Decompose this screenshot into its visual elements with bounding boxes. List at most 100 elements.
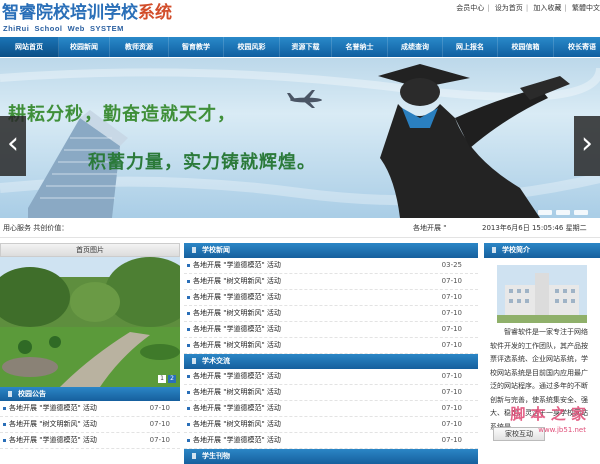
- list-item-title: 各地开展 "树文明新风" 活动: [193, 277, 281, 285]
- bullet-icon: [187, 439, 190, 442]
- list-item-date: 07-10: [441, 277, 462, 285]
- list-item-title: 各地开展 "树文明新风" 活动: [193, 388, 281, 396]
- ticker-news-link[interactable]: 各地开展 ": [413, 219, 446, 237]
- list-item[interactable]: 各地开展 "学道德模范" 活动 03-25: [184, 258, 478, 274]
- list-item-title: 各地开展 "学道德模范" 活动: [9, 404, 97, 412]
- banner-prev-button[interactable]: ‹: [0, 116, 26, 176]
- nav-item-downloads[interactable]: 资源下载: [280, 37, 332, 57]
- list-item-title: 各地开展 "树文明新风" 活动: [9, 420, 97, 428]
- photo-page-2[interactable]: 2: [168, 375, 176, 383]
- bullet-icon: [187, 407, 190, 410]
- banner-illustration: [0, 64, 600, 218]
- member-center-link[interactable]: 会员中心: [456, 4, 484, 12]
- list-item-title: 各地开展 "树文明新风" 活动: [193, 309, 281, 317]
- bullet-icon: [187, 375, 190, 378]
- school-building-image: [497, 265, 587, 323]
- nav-item-teaching[interactable]: 智育教学: [169, 37, 224, 57]
- traditional-chinese-link[interactable]: 繁體中文: [572, 4, 600, 12]
- list-item[interactable]: 各地开展 "树文明新风" 活动 07-10: [184, 338, 478, 354]
- list-item-title: 各地开展 "学道德模范" 活动: [193, 325, 281, 333]
- bullet-icon: [3, 407, 6, 410]
- right-column: 学校简介 智睿软件是一家专注于网络软件开发的工作团队，其产品按票评选系统、企业网…: [484, 243, 600, 441]
- bullet-icon: [3, 439, 6, 442]
- nav-item-mailbox[interactable]: 校园信箱: [498, 37, 554, 57]
- ticker-bar: 用心服务 共创价值： 各地开展 " 2013年6月6日 15:05:46 星期二: [0, 219, 600, 238]
- list-item-date: 07-10: [441, 293, 462, 301]
- notice-section-title[interactable]: 校园公告: [0, 387, 180, 401]
- academic-section-title[interactable]: 学术交流: [184, 354, 478, 369]
- notice-list: 各地开展 "学道德模范" 活动 07-10 各地开展 "树文明新风" 活动 07-1…: [0, 401, 180, 449]
- list-item-title: 各地开展 "学道德模范" 活动: [193, 261, 281, 269]
- list-item[interactable]: 各地开展 "树文明新风" 活动 07-10: [184, 306, 478, 322]
- list-item-date: 07-10: [149, 420, 170, 428]
- home-school-button[interactable]: 家校互动: [493, 427, 545, 441]
- divider: |: [525, 4, 529, 12]
- list-item-date: 07-10: [441, 388, 462, 396]
- list-item-title: 各地开展 "学道德模范" 活动: [193, 372, 281, 380]
- nav-item-school-news[interactable]: 校园新闻: [59, 37, 110, 57]
- bullet-icon: [187, 264, 190, 267]
- ticker-slogan: 用心服务 共创价值：: [3, 224, 69, 232]
- watermark-text: 脚 本 之 家: [510, 405, 586, 423]
- banner-slogan-line1: 耕耘分秒，勤奋造就天才，: [8, 104, 236, 125]
- campus-photo[interactable]: 1 2: [0, 257, 180, 387]
- site-logo[interactable]: 智睿院校培训学校系统 ZhiRui School Web SYSTEM: [2, 3, 202, 35]
- list-item[interactable]: 各地开展 "学道德模范" 活动 07-10: [0, 401, 180, 417]
- list-item[interactable]: 各地开展 "学道德模范" 活动 07-10: [184, 433, 478, 449]
- nav-item-score-query[interactable]: 成绩查询: [388, 37, 443, 57]
- photo-pager: 1 2: [158, 375, 176, 383]
- bullet-icon: [187, 280, 190, 283]
- logo-title-suffix: 系统: [138, 3, 172, 23]
- list-item[interactable]: 各地开展 "树文明新风" 活动 07-10: [0, 417, 180, 433]
- current-datetime: 2013年6月6日 15:05:46 星期二: [482, 224, 587, 232]
- news-list: 各地开展 "学道德模范" 活动 03-25 各地开展 "树文明新风" 活动 07-1…: [184, 258, 478, 354]
- banner-page-dot[interactable]: [556, 210, 570, 215]
- list-item-date: 07-10: [441, 404, 462, 412]
- divider: |: [564, 4, 567, 12]
- campus-photo-image: [0, 257, 180, 387]
- banner-page-dot[interactable]: [574, 210, 588, 215]
- set-homepage-link[interactable]: 设为首页: [495, 4, 523, 12]
- top-links: 会员中心 | 设为首页 | 加入收藏 | 繁體中文: [456, 3, 600, 13]
- chevron-left-icon: ‹: [7, 126, 19, 161]
- bullet-icon: [3, 423, 6, 426]
- banner-next-button[interactable]: ›: [574, 116, 600, 176]
- hero-banner: 耕耘分秒，勤奋造就天才， 积蓄力量，实力铸就辉煌。 ‹ ›: [0, 58, 600, 218]
- list-item-title: 各地开展 "树文明新风" 活动: [193, 420, 281, 428]
- photo-box-title: 首页图片: [0, 243, 180, 257]
- journal-section-title[interactable]: 学生刊物: [184, 449, 478, 464]
- nav-item-principal-message[interactable]: 校长寄语: [554, 37, 600, 57]
- list-item[interactable]: 各地开展 "学道德模范" 活动 07-10: [184, 290, 478, 306]
- bullet-icon: [187, 312, 190, 315]
- banner-pager: [538, 210, 588, 215]
- bullet-icon: [187, 296, 190, 299]
- intro-section-title[interactable]: 学校简介: [484, 243, 600, 258]
- list-item[interactable]: 各地开展 "学道德模范" 活动 07-10: [0, 433, 180, 449]
- news-section-title[interactable]: 学校新闻: [184, 243, 478, 258]
- list-item[interactable]: 各地开展 "学道德模范" 活动 07-10: [184, 401, 478, 417]
- banner-page-dot[interactable]: [538, 210, 552, 215]
- list-item-date: 03-25: [441, 261, 462, 269]
- list-item[interactable]: 各地开展 "学道德模范" 活动 07-10: [184, 322, 478, 338]
- banner-slogan-line2: 积蓄力量，实力铸就辉煌。: [88, 152, 316, 173]
- bullet-icon: [187, 344, 190, 347]
- bullet-icon: [187, 391, 190, 394]
- list-item[interactable]: 各地开展 "树文明新风" 活动 07-10: [184, 417, 478, 433]
- nav-item-home[interactable]: 网站首页: [0, 37, 59, 57]
- list-item-date: 07-10: [149, 404, 170, 412]
- list-item-date: 07-10: [441, 325, 462, 333]
- logo-title: 智睿院校培训学校系统: [2, 3, 172, 23]
- nav-item-campus-style[interactable]: 校园风彩: [224, 37, 280, 57]
- photo-page-1[interactable]: 1: [158, 375, 166, 383]
- chevron-right-icon: ›: [581, 126, 593, 161]
- nav-item-teacher-resources[interactable]: 教师资源: [110, 37, 169, 57]
- nav-item-online-signup[interactable]: 网上报名: [443, 37, 498, 57]
- bullet-icon: [187, 423, 190, 426]
- list-item[interactable]: 各地开展 "学道德模范" 活动 07-10: [184, 369, 478, 385]
- nav-item-honors[interactable]: 名誉纳士: [332, 37, 388, 57]
- add-favorite-link[interactable]: 加入收藏: [533, 4, 561, 12]
- list-item-date: 07-10: [149, 436, 170, 444]
- list-item[interactable]: 各地开展 "树文明新风" 活动 07-10: [184, 274, 478, 290]
- list-item[interactable]: 各地开展 "树文明新风" 活动 07-10: [184, 385, 478, 401]
- academic-list: 各地开展 "学道德模范" 活动 07-10 各地开展 "树文明新风" 活动 07-1…: [184, 369, 478, 449]
